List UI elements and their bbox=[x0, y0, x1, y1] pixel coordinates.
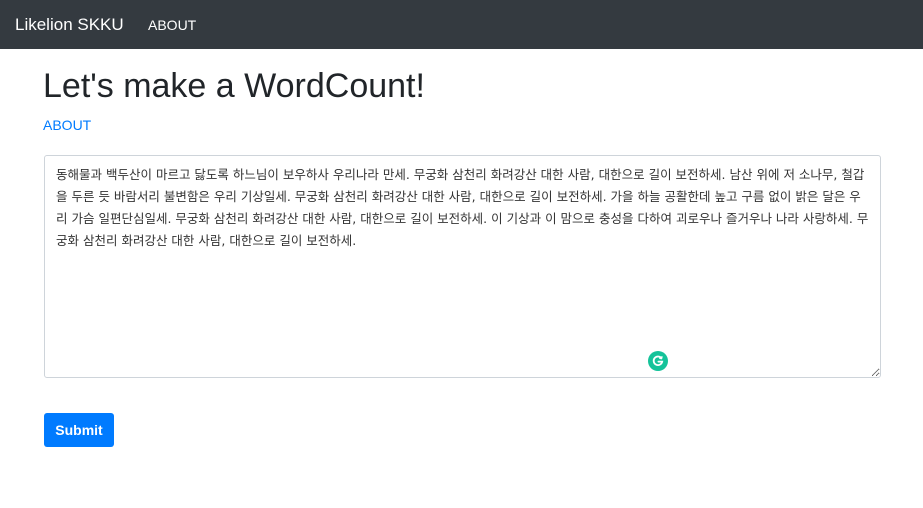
about-link[interactable]: ABOUT bbox=[43, 116, 91, 134]
navbar-about-link[interactable]: ABOUT bbox=[148, 16, 196, 34]
text-input[interactable]: 동해물과 백두산이 마르고 닳도록 하느님이 보우하사 우리나라 만세. 무궁화… bbox=[44, 155, 881, 378]
submit-button[interactable]: Submit bbox=[44, 413, 114, 447]
grammarly-icon[interactable] bbox=[648, 351, 668, 371]
navbar-brand[interactable]: Likelion SKKU bbox=[15, 14, 124, 36]
navbar: Likelion SKKU ABOUT bbox=[0, 0, 923, 49]
grammarly-g-glyph bbox=[652, 355, 664, 366]
textarea-container: 동해물과 백두산이 마르고 닳도록 하느님이 보우하사 우리나라 만세. 무궁화… bbox=[44, 155, 881, 378]
page-title: Let's make a WordCount! bbox=[43, 67, 425, 105]
